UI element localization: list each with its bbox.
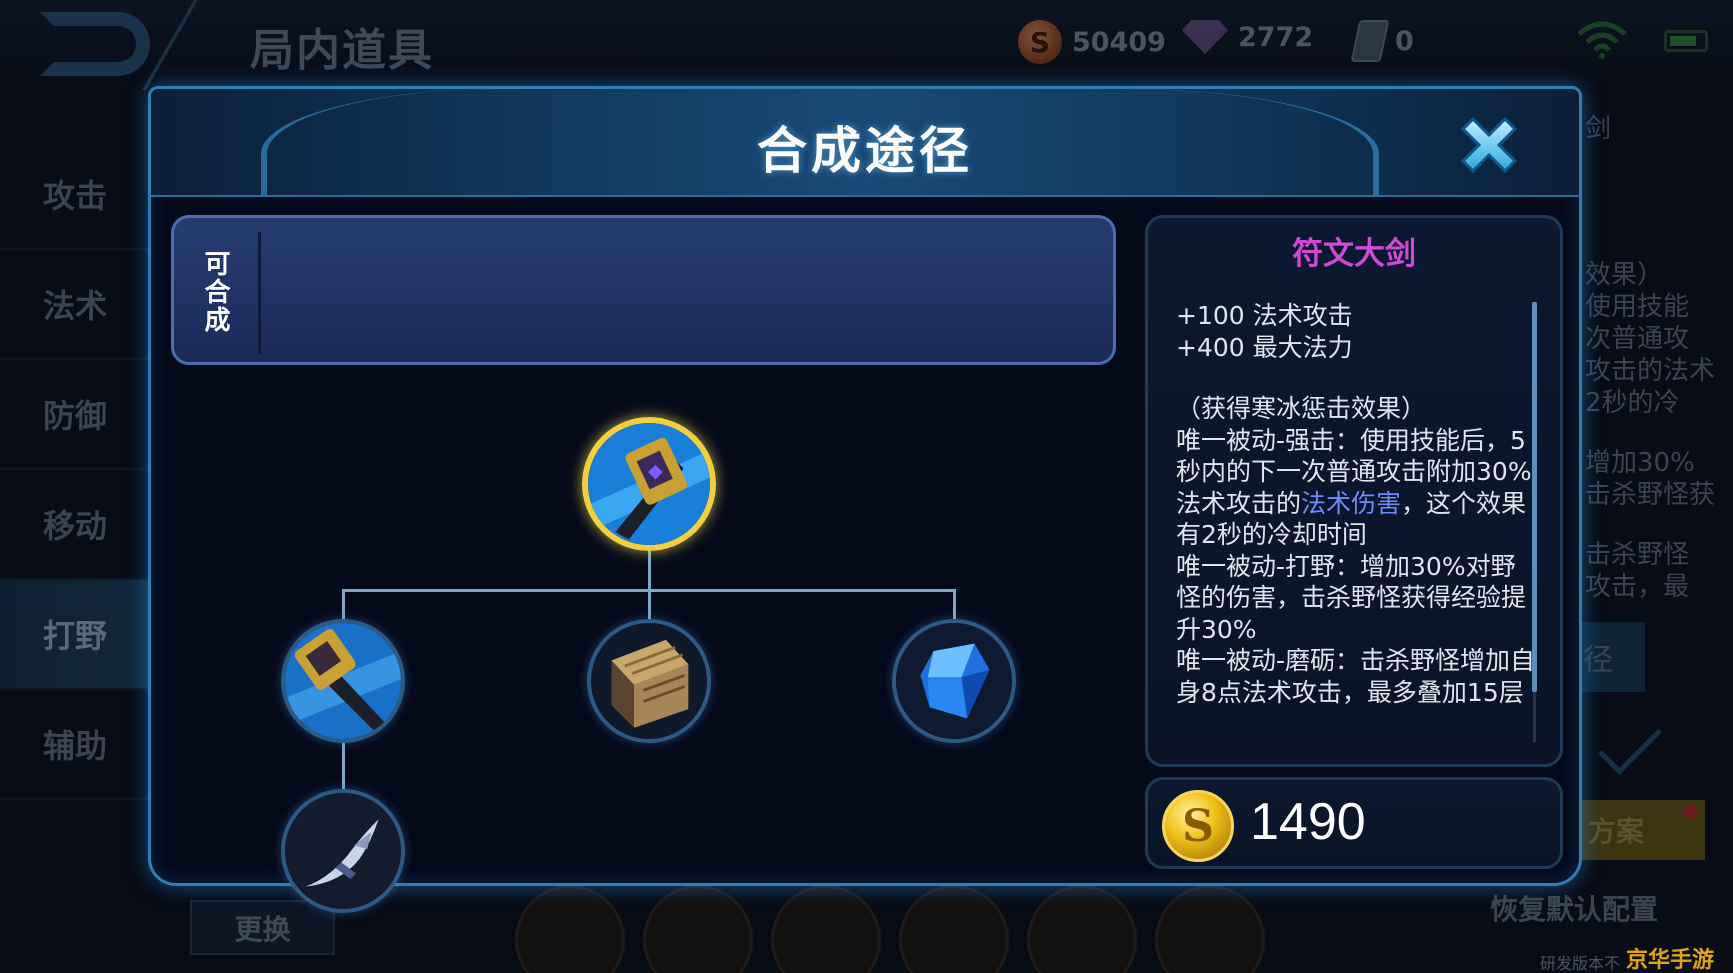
craftable-label: 可合成 [200, 250, 230, 334]
bg-desc-fragment: 使用技能 [1585, 292, 1690, 322]
gold-coin-icon: S [1018, 20, 1062, 64]
gold-coin-icon: S [1162, 790, 1234, 862]
equipment-slot[interactable] [1027, 885, 1137, 973]
component-item-node[interactable] [281, 619, 405, 743]
tree-connector [342, 589, 345, 619]
divider [142, 0, 234, 90]
category-support[interactable]: 辅助 [0, 690, 150, 800]
category-jungle[interactable]: 打野 [0, 580, 150, 690]
tree-connector [953, 589, 956, 619]
equipment-slot[interactable] [771, 885, 881, 973]
magic-book-icon [591, 623, 707, 739]
passive-jungle: 唯一被动-打野：增加30%对野怪的伤害，击杀野怪获得经验提升30% [1176, 551, 1527, 644]
effect-title: （获得寒冰惩击效果） [1176, 394, 1427, 423]
passive-sharpen: 唯一被动-磨砺：击杀野怪增加自身8点法术攻击，最多叠加15层 [1176, 646, 1536, 707]
component-item-node[interactable] [587, 619, 711, 743]
item-info-panel: 符文大剑 +100 法术攻击 +400 最大法力 （获得寒冰惩击效果） 唯一被动… [1145, 215, 1563, 767]
bg-desc-fragment: 2秒的冷 [1585, 388, 1680, 418]
watermark: 京华手游网 [1620, 940, 1733, 973]
notification-dot [1684, 805, 1698, 819]
bg-desc-fragment: 次普通攻 [1585, 324, 1690, 354]
equipment-slots [515, 885, 1265, 973]
rune-greatsword-icon [588, 423, 710, 545]
ticket-amount: 0 [1395, 25, 1414, 57]
page-title: 局内道具 [250, 25, 434, 76]
tree-connector [342, 739, 345, 789]
item-description: +100 法术攻击 +400 最大法力 （获得寒冰惩击效果） 唯一被动-强击：使… [1176, 300, 1536, 708]
gold-counter: S 50409 [1018, 20, 1166, 64]
hunter-blade-icon [285, 623, 401, 739]
recipe-tree [151, 369, 1151, 913]
category-defense[interactable]: 防御 [0, 360, 150, 470]
craftable-into-panel: 可合成 [171, 215, 1116, 365]
craft-path-modal: 合成途径 可合成 符文大剑 +100 法术攻击 +400 最大法力 （获得寒冰惩… [148, 86, 1582, 913]
category-magic[interactable]: 法术 [0, 250, 150, 360]
bg-desc-fragment: 攻击的法术 [1585, 356, 1716, 386]
bg-desc-fragment: 攻击，最 [1585, 572, 1690, 602]
modal-title: 合成途径 [757, 122, 973, 180]
wifi-icon [1577, 21, 1627, 59]
ticket-icon [1350, 20, 1390, 62]
close-icon [1460, 116, 1518, 174]
gold-amount: 50409 [1072, 26, 1166, 58]
back-arrow-icon[interactable] [40, 12, 150, 76]
blue-crystal-icon [896, 623, 1012, 739]
bg-path-button[interactable]: 径 [1575, 622, 1645, 692]
divider [258, 232, 261, 354]
bg-desc-fragment: 效果） [1585, 260, 1664, 290]
bg-desc-fragment: 击杀野怪获 [1585, 480, 1716, 510]
top-bar: 局内道具 S 50409 2772 0 [0, 0, 1733, 90]
equipment-slot[interactable] [643, 885, 753, 973]
bg-desc-fragment: 击杀野怪 [1585, 540, 1690, 570]
item-stat: +100 法术攻击 [1176, 301, 1353, 330]
ticket-counter: 0 [1350, 20, 1414, 62]
chevron-down-icon[interactable] [1598, 711, 1662, 775]
diamond-icon [1182, 20, 1228, 54]
close-button[interactable] [1449, 105, 1529, 185]
bg-item-name-fragment: 剑 [1585, 114, 1612, 144]
item-price: 1490 [1250, 793, 1366, 851]
equipment-slot[interactable] [899, 885, 1009, 973]
gem-amount: 2772 [1238, 21, 1314, 53]
gem-counter: 2772 [1182, 20, 1313, 54]
tree-connector [648, 589, 651, 619]
category-sidebar: 攻击 法术 防御 移动 打野 辅助 [0, 140, 150, 800]
category-movement[interactable]: 移动 [0, 470, 150, 580]
passive-strike: 唯一被动-强击：使用技能后，5秒内的下一次普通攻击附加30%法术攻击的法术伤害，… [1176, 425, 1536, 551]
restore-default-button[interactable]: 恢复默认配置 [1490, 888, 1658, 928]
subcomponent-item-node[interactable] [281, 789, 405, 913]
equipment-slot[interactable] [515, 885, 625, 973]
target-item-node[interactable] [582, 417, 716, 551]
category-attack[interactable]: 攻击 [0, 140, 150, 250]
item-stat: +400 最大法力 [1176, 332, 1353, 362]
scrollbar-thumb[interactable] [1532, 302, 1537, 692]
magic-damage-keyword: 法术伤害 [1301, 488, 1402, 518]
modal-header: 合成途径 [151, 89, 1579, 197]
price-panel: S 1490 [1145, 777, 1563, 869]
bg-desc-fragment: 增加30% [1585, 448, 1695, 478]
component-item-node[interactable] [892, 619, 1016, 743]
tree-connector [648, 551, 651, 591]
battery-icon [1664, 30, 1708, 52]
item-name: 符文大剑 [1292, 236, 1416, 272]
equipment-slot[interactable] [1155, 885, 1265, 973]
swap-button[interactable]: 更换 [190, 900, 335, 955]
hunting-knife-icon [285, 793, 401, 909]
